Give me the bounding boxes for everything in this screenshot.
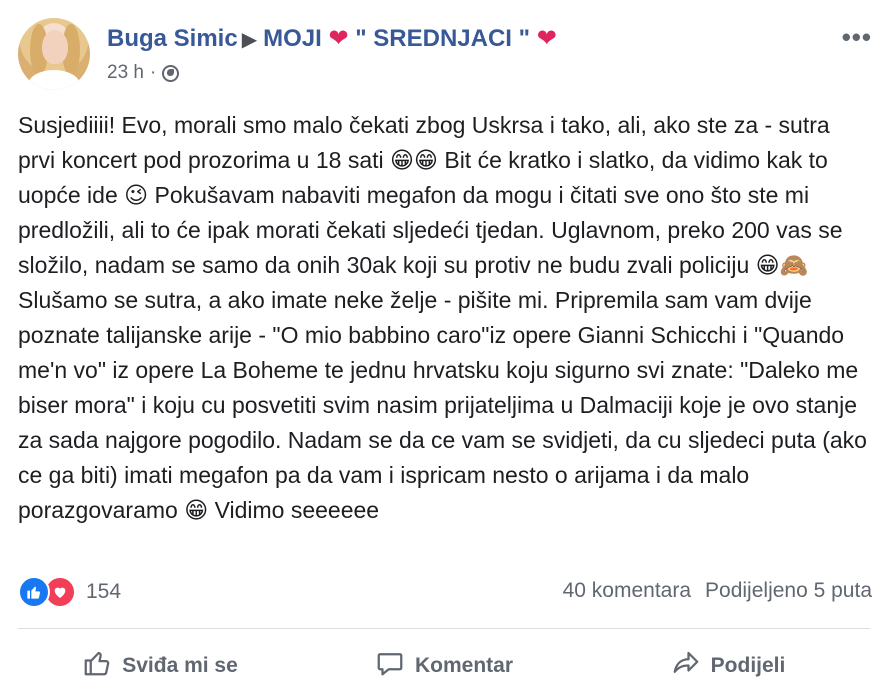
divider (18, 628, 870, 629)
heart-icon: ❤ (328, 25, 349, 52)
like-button[interactable]: Sviđa mi se (18, 640, 302, 692)
post-header: Buga Simic ▶ MOJI ❤ " SREDNJACI " ❤ (107, 24, 557, 53)
heart-icon: ❤ (536, 25, 557, 52)
like-icon (18, 576, 50, 608)
share-button[interactable]: Podijeli (586, 640, 870, 692)
like-button-label: Sviđa mi se (122, 654, 238, 677)
comment-button[interactable]: Komentar (302, 640, 586, 692)
share-button-label: Podijeli (710, 654, 786, 677)
more-options-button[interactable]: ••• (842, 22, 872, 53)
post-stats: 40 komentara Podijeljeno 5 puta (563, 579, 872, 603)
post-timestamp[interactable]: 23 h (107, 62, 144, 84)
group-name[interactable]: MOJI ❤ " SREDNJACI " ❤ (263, 25, 557, 52)
thumbs-up-icon (82, 648, 112, 684)
reaction-count: 154 (86, 580, 122, 603)
reaction-summary[interactable]: 154 (18, 575, 121, 609)
globe-icon[interactable] (162, 64, 180, 82)
comment-button-label: Komentar (414, 654, 514, 677)
comment-count-link[interactable]: 40 komentara (563, 579, 691, 603)
caret-right-icon: ▶ (241, 29, 258, 51)
share-count-link[interactable]: Podijeljeno 5 puta (705, 579, 872, 603)
post-body-text: Susjediiii! Evo, morali smo malo čekati … (18, 112, 874, 523)
post-meta: 23 h · (107, 62, 180, 84)
author-avatar[interactable] (18, 18, 90, 90)
action-bar: Sviđa mi se Komentar Podijeli (18, 640, 870, 692)
share-arrow-icon (671, 648, 701, 684)
author-name[interactable]: Buga Simic (107, 25, 238, 52)
comment-bubble-icon (375, 648, 405, 684)
